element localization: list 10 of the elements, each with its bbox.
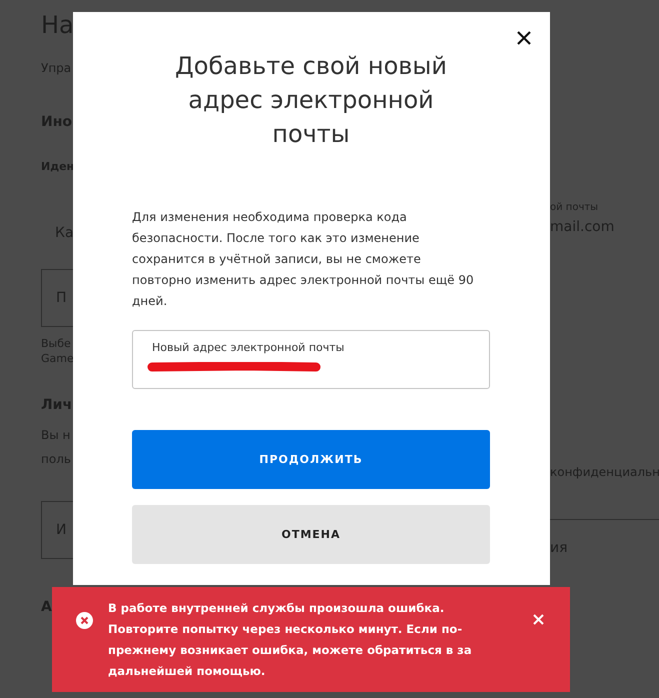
- error-message: В работе внутренней службы произошла ошибка. Повторите попытку через несколько минут. Если по-прежнему возникает ошибка, можете обратиться в за дальнейшей помощью.: [108, 600, 473, 680]
- description-text: Для изменения необходима проверка кода безопасности. После того как это изменение сохранится в учётной записи, вы не сможете повторно изменить адрес электронной почты ещё 90 дней.: [132, 209, 475, 310]
- close-toast-button[interactable]: [533, 614, 544, 625]
- modal-title: Добавьте свой новый адрес электронной почты: [174, 51, 448, 150]
- continue-button[interactable]: ПРОДОЛЖИТЬ: [132, 430, 490, 489]
- error-icon: [76, 612, 93, 629]
- close-button[interactable]: [517, 31, 531, 45]
- cancel-button[interactable]: ОТМЕНА: [132, 505, 490, 564]
- email-input-field[interactable]: Новый адрес электронной почты: [132, 330, 490, 389]
- field-label: Новый адрес электронной почты: [152, 341, 346, 354]
